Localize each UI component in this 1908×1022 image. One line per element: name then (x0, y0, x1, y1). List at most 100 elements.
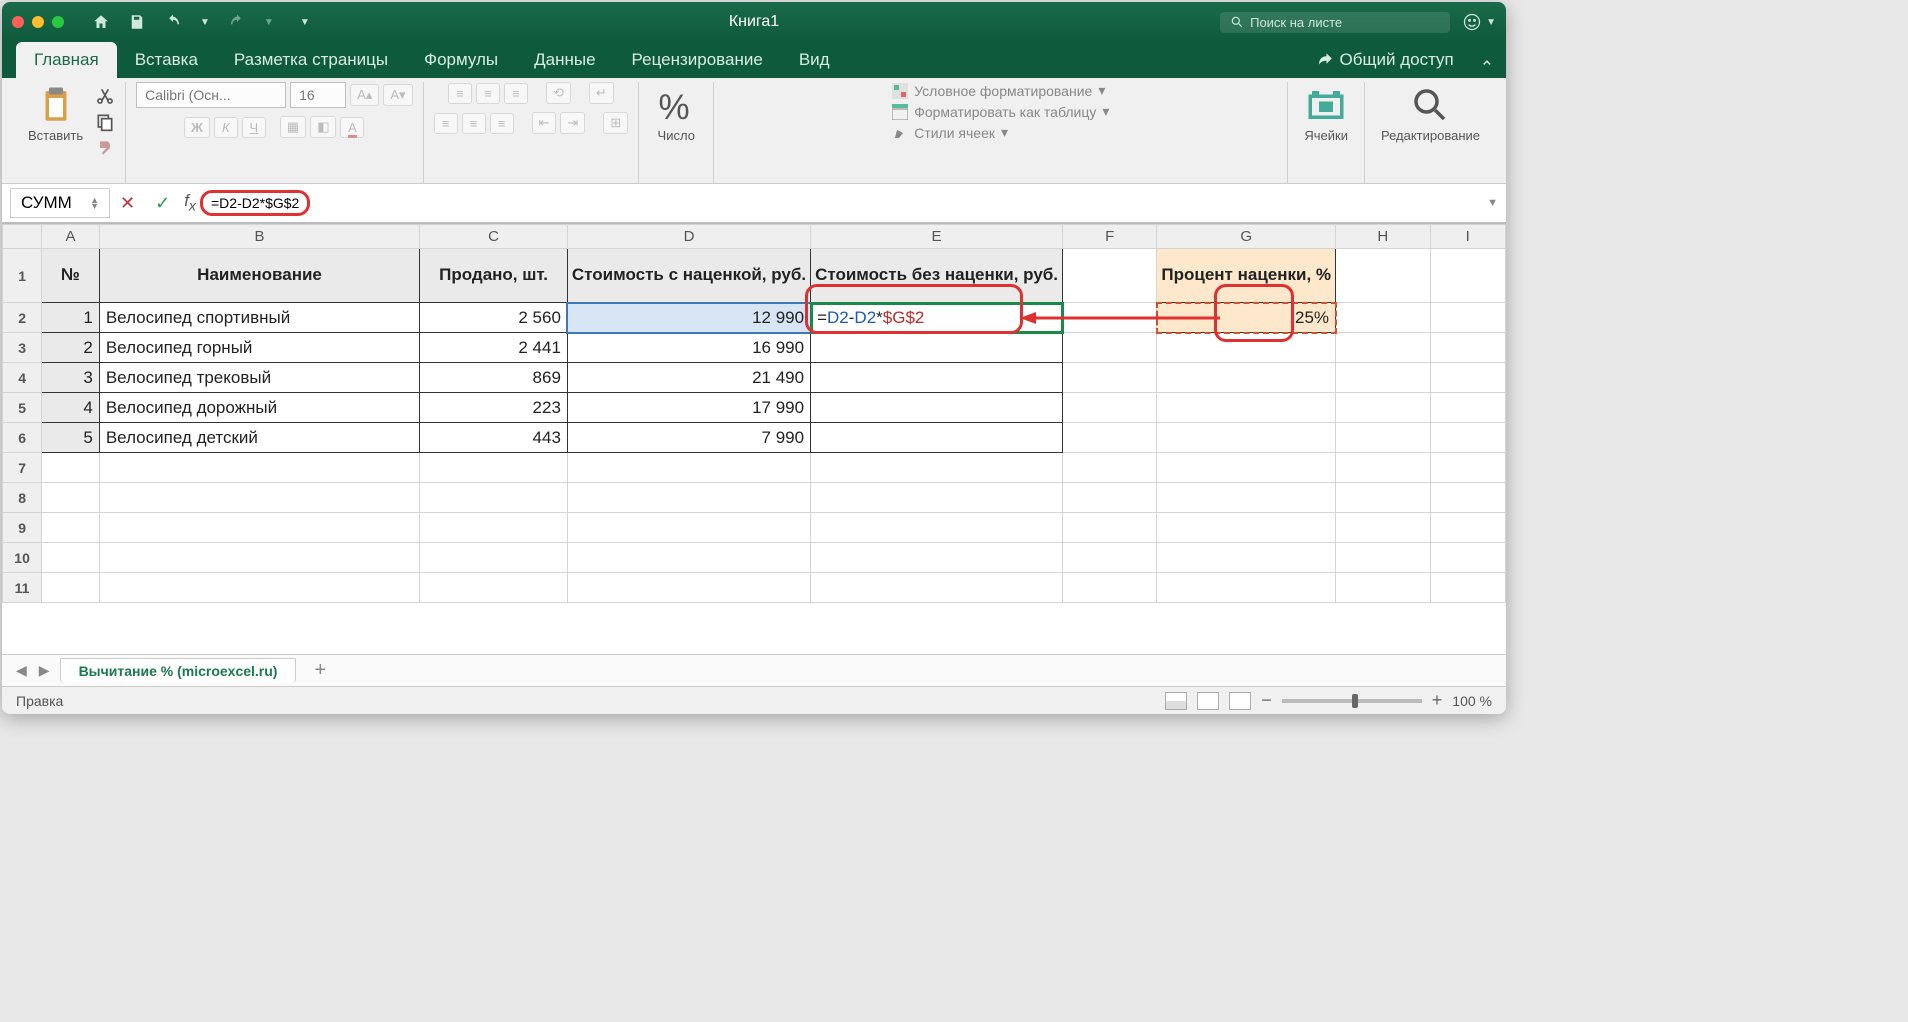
cell[interactable] (1430, 483, 1505, 513)
italic-button[interactable]: К (214, 117, 238, 138)
cell[interactable]: 2 560 (420, 303, 568, 333)
cell[interactable] (811, 543, 1063, 573)
cell[interactable] (567, 513, 810, 543)
cell[interactable] (1336, 483, 1430, 513)
align-bottom-button[interactable]: ≡ (504, 83, 528, 104)
row-header[interactable]: 3 (3, 333, 42, 363)
row-header[interactable]: 6 (3, 423, 42, 453)
cell[interactable] (42, 483, 100, 513)
cell[interactable] (1063, 423, 1157, 453)
conditional-formatting-button[interactable]: Условное форматирование ▾ (892, 82, 1109, 99)
cell[interactable]: Велосипед трековый (99, 363, 419, 393)
redo-icon[interactable] (228, 13, 246, 31)
cell[interactable]: 443 (420, 423, 568, 453)
cell[interactable] (1063, 303, 1157, 333)
tab-insert[interactable]: Вставка (117, 42, 216, 78)
cell[interactable]: Наименование (99, 249, 419, 303)
number-format-button[interactable]: % Число (649, 82, 703, 145)
cell[interactable] (42, 453, 100, 483)
next-sheet-icon[interactable]: ▶ (33, 662, 56, 679)
row-header[interactable]: 4 (3, 363, 42, 393)
cell[interactable] (1063, 453, 1157, 483)
home-icon[interactable] (92, 13, 110, 31)
cell[interactable]: 16 990 (567, 333, 810, 363)
cell[interactable] (811, 453, 1063, 483)
cell[interactable]: Велосипед детский (99, 423, 419, 453)
cell[interactable] (1336, 513, 1430, 543)
paste-button[interactable]: Вставить (22, 82, 89, 145)
cell[interactable]: 3 (42, 363, 100, 393)
cell[interactable] (1157, 453, 1336, 483)
tab-home[interactable]: Главная (16, 42, 117, 78)
cell[interactable] (1336, 393, 1430, 423)
row-header[interactable]: 8 (3, 483, 42, 513)
cell[interactable] (99, 573, 419, 603)
cell[interactable]: 4 (42, 393, 100, 423)
bold-button[interactable]: Ж (184, 117, 210, 138)
row-header[interactable]: 1 (3, 249, 42, 303)
cell[interactable] (567, 483, 810, 513)
search-input[interactable]: Поиск на листе (1220, 12, 1450, 33)
increase-indent-button[interactable]: ⇥ (560, 112, 585, 134)
cut-icon[interactable] (95, 86, 115, 106)
col-header[interactable]: B (99, 225, 419, 249)
cell[interactable] (99, 483, 419, 513)
row-header[interactable]: 2 (3, 303, 42, 333)
cell[interactable] (1157, 423, 1336, 453)
cell[interactable] (1336, 363, 1430, 393)
align-middle-button[interactable]: ≡ (476, 83, 500, 104)
feedback-icon[interactable] (1462, 12, 1482, 32)
format-painter-icon[interactable] (95, 138, 115, 158)
underline-button[interactable]: Ч (242, 117, 266, 138)
cell[interactable] (1063, 249, 1157, 303)
select-all-button[interactable] (3, 225, 42, 249)
align-left-button[interactable]: ≡ (434, 113, 458, 134)
cell[interactable] (42, 573, 100, 603)
col-header[interactable]: D (567, 225, 810, 249)
row-header[interactable]: 5 (3, 393, 42, 423)
cell[interactable]: 21 490 (567, 363, 810, 393)
col-header[interactable]: C (420, 225, 568, 249)
cell[interactable] (1430, 333, 1505, 363)
fill-color-button[interactable]: ◧ (310, 116, 336, 138)
cell-E2-active[interactable]: =D2-D2*$G$2 (811, 303, 1063, 333)
tab-view[interactable]: Вид (781, 42, 848, 78)
spreadsheet-grid[interactable]: A B C D E F G H I 1 № Наименование Прода… (2, 224, 1506, 654)
cell[interactable] (1063, 513, 1157, 543)
cell[interactable] (1063, 573, 1157, 603)
page-break-view-button[interactable] (1229, 692, 1251, 710)
cell[interactable]: Стоимость с наценкой, руб. (567, 249, 810, 303)
cell[interactable] (1157, 573, 1336, 603)
cell[interactable]: 5 (42, 423, 100, 453)
cell[interactable] (1336, 423, 1430, 453)
save-icon[interactable] (128, 13, 146, 31)
cell[interactable]: Велосипед дорожный (99, 393, 419, 423)
format-as-table-button[interactable]: Форматировать как таблицу ▾ (892, 103, 1109, 120)
cell[interactable] (811, 483, 1063, 513)
orientation-button[interactable]: ⟲ (546, 82, 571, 104)
sheet-tab[interactable]: Вычитание % (microexcel.ru) (60, 658, 297, 683)
cell[interactable] (1430, 543, 1505, 573)
undo-icon[interactable] (164, 13, 182, 31)
cell-styles-button[interactable]: Стили ячеек ▾ (892, 124, 1109, 141)
cell[interactable]: 7 990 (567, 423, 810, 453)
cell[interactable] (811, 423, 1063, 453)
cell[interactable] (1063, 483, 1157, 513)
cell[interactable] (1336, 543, 1430, 573)
cell[interactable] (1430, 303, 1505, 333)
align-top-button[interactable]: ≡ (448, 83, 472, 104)
cell[interactable] (1430, 423, 1505, 453)
cell[interactable]: 2 441 (420, 333, 568, 363)
cell[interactable] (420, 573, 568, 603)
tab-review[interactable]: Рецензирование (614, 42, 781, 78)
cell[interactable]: № (42, 249, 100, 303)
col-header[interactable]: I (1430, 225, 1505, 249)
zoom-in-button[interactable]: + (1432, 690, 1443, 711)
col-header[interactable]: F (1063, 225, 1157, 249)
cell[interactable] (1336, 453, 1430, 483)
cell[interactable] (99, 453, 419, 483)
decrease-indent-button[interactable]: ⇤ (532, 112, 557, 134)
cell-D2[interactable]: 12 990 (567, 303, 810, 333)
cell[interactable] (1430, 453, 1505, 483)
font-color-button[interactable]: A (340, 117, 364, 138)
